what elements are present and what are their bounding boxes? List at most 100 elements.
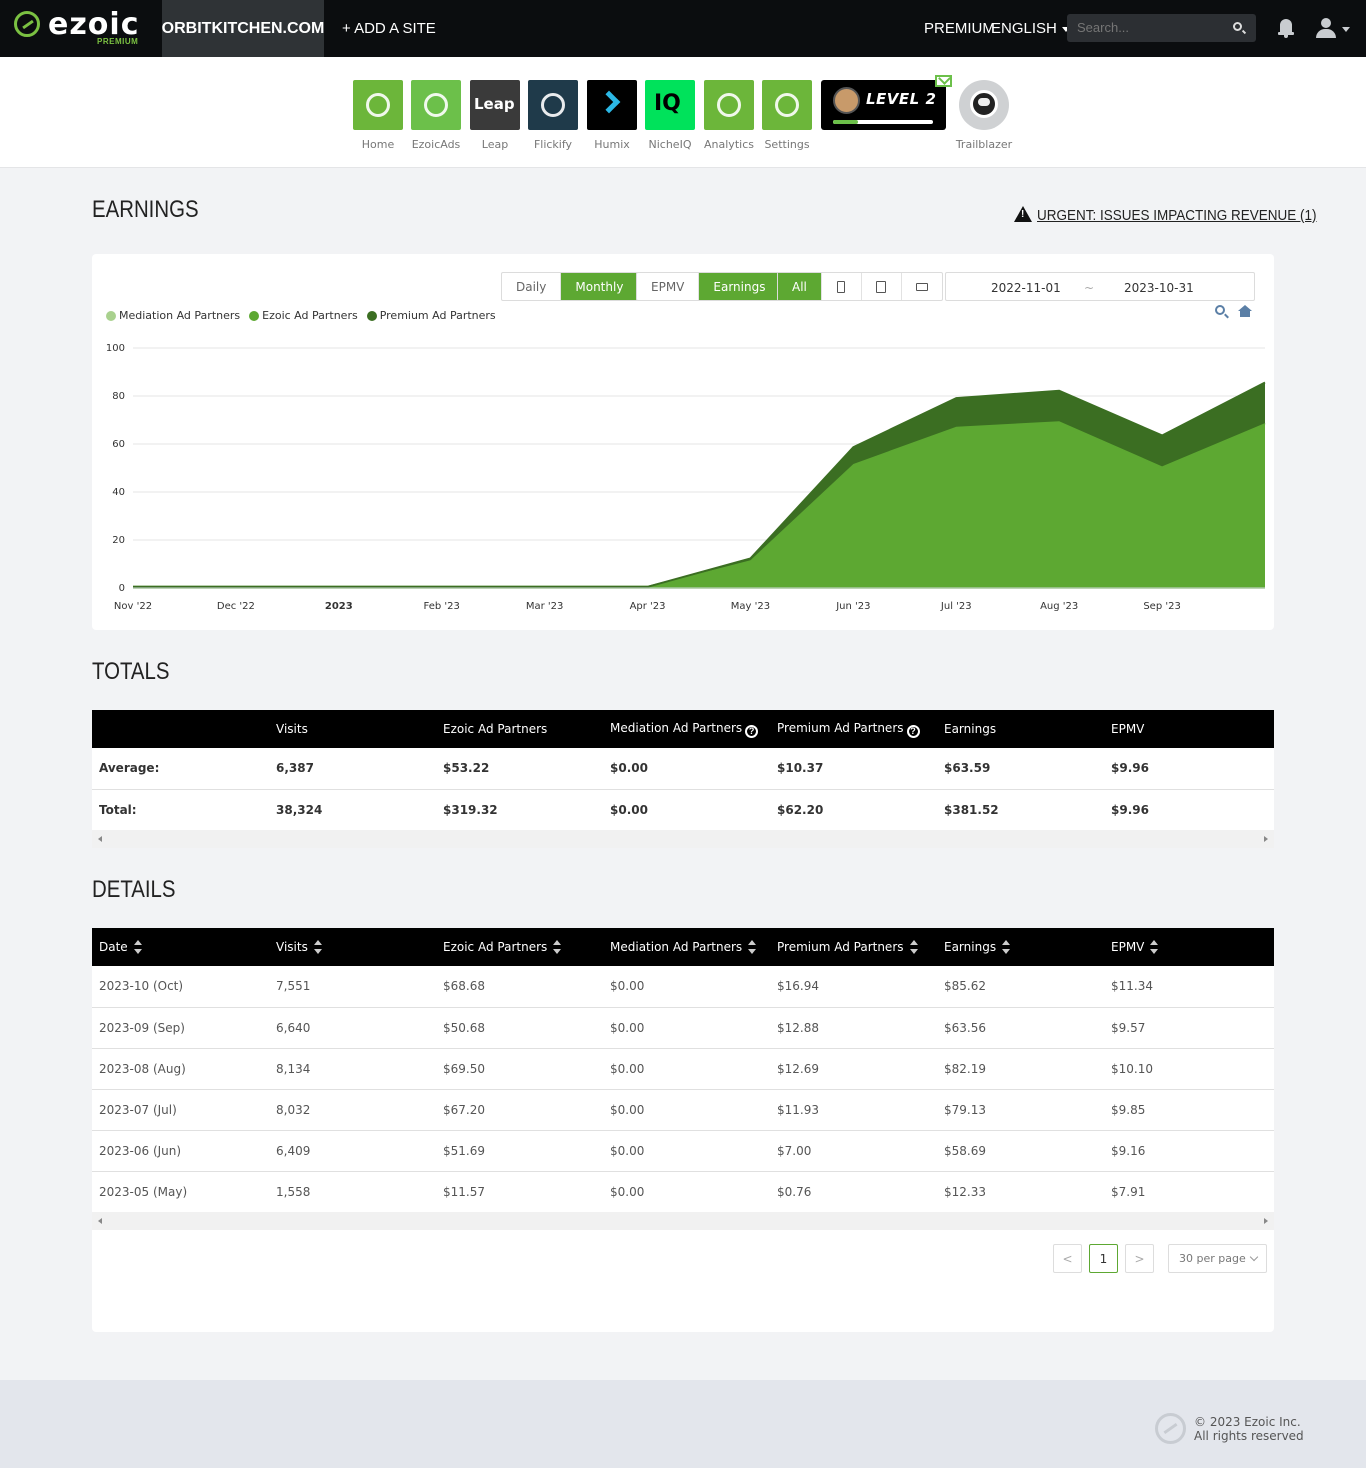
app-home-button[interactable] — [353, 80, 403, 130]
details-scrollbar[interactable] — [92, 1212, 1274, 1230]
sort-icon[interactable] — [133, 940, 142, 955]
trailblazer-button[interactable] — [959, 80, 1009, 130]
user-menu-chevron-icon[interactable] — [1342, 27, 1350, 32]
app-flickify-button[interactable] — [528, 80, 578, 130]
legend-item-mediation[interactable]: Mediation Ad Partners — [106, 309, 240, 322]
earnings-button[interactable]: Earnings — [699, 273, 780, 300]
table-cell: $7.00 — [770, 1130, 937, 1172]
metric-toggle: EPMV Earnings — [636, 272, 781, 301]
humix-icon — [597, 90, 621, 114]
date-range-picker[interactable]: 2022-11-01 ~ 2023-10-31 — [945, 272, 1255, 301]
avatar — [833, 87, 860, 114]
table-cell: $0.00 — [603, 1130, 770, 1172]
column-header[interactable]: Premium Ad Partners — [770, 928, 937, 966]
x-tick-label: Nov '22 — [114, 601, 152, 612]
ezoic-logo[interactable]: ezoic PREMIUM — [14, 7, 144, 48]
tablet-icon — [876, 280, 887, 293]
column-header[interactable]: Date — [92, 928, 269, 966]
desktop-button[interactable] — [902, 273, 942, 300]
analytics-icon — [717, 93, 741, 117]
urgent-issues-link[interactable]: URGENT: ISSUES IMPACTING REVENUE (1) — [1014, 206, 1348, 224]
level-progress-fill — [833, 120, 858, 124]
sort-icon[interactable] — [1002, 940, 1011, 955]
add-site-link[interactable]: + ADD A SITE — [342, 20, 436, 37]
table-cell: $9.96 — [1104, 748, 1274, 790]
column-header[interactable]: Visits — [269, 928, 436, 966]
sort-icon[interactable] — [748, 940, 757, 955]
logo-premium-label: PREMIUM — [97, 37, 139, 46]
ezoic-ads-icon — [424, 93, 448, 117]
table-cell: $85.62 — [937, 966, 1104, 1008]
epmv-button[interactable]: EPMV — [637, 273, 700, 300]
per-page-select[interactable]: 30 per page — [1168, 1244, 1267, 1273]
table-cell: 7,551 — [269, 966, 436, 1008]
column-header[interactable]: Mediation Ad Partners — [603, 928, 770, 966]
help-icon[interactable]: ? — [745, 724, 759, 738]
table-cell: $12.33 — [937, 1171, 1104, 1213]
flickify-icon — [541, 93, 565, 117]
earnings-title: EARNINGS — [92, 196, 199, 223]
sort-icon[interactable] — [313, 940, 322, 955]
table-cell: $16.94 — [770, 966, 937, 1008]
table-cell: $63.59 — [937, 748, 1104, 790]
x-tick-label: 2023 — [325, 601, 353, 612]
page-1-button[interactable]: 1 — [1089, 1244, 1118, 1273]
app-humix-button[interactable] — [587, 80, 637, 130]
table-cell: Average: — [92, 748, 269, 790]
column-header[interactable]: EPMV — [1104, 928, 1274, 966]
table-cell: $0.00 — [603, 966, 770, 1008]
table-cell: $11.57 — [436, 1171, 603, 1213]
tablet-button[interactable] — [862, 273, 902, 300]
bell-icon[interactable] — [1278, 19, 1294, 39]
legend-item-ezoic[interactable]: Ezoic Ad Partners — [249, 309, 358, 322]
column-header[interactable]: Earnings — [937, 928, 1104, 966]
x-tick-label: Mar '23 — [526, 601, 564, 612]
sort-icon[interactable] — [1150, 940, 1159, 955]
mobile-button[interactable] — [822, 273, 862, 300]
column-header: Premium Ad Partners? — [770, 710, 937, 748]
column-header[interactable]: Ezoic Ad Partners — [436, 928, 603, 966]
help-icon[interactable]: ? — [906, 724, 920, 738]
daily-button[interactable]: Daily — [502, 273, 562, 300]
reset-zoom-home-icon[interactable] — [1238, 305, 1252, 317]
legend-item-premium[interactable]: Premium Ad Partners — [366, 309, 496, 322]
next-page-button[interactable]: > — [1125, 1244, 1154, 1273]
all-devices-button[interactable]: All — [778, 273, 822, 300]
warning-icon — [1014, 206, 1032, 222]
date-end: 2023-10-31 — [1124, 281, 1194, 295]
app-ezoicads-button[interactable] — [411, 80, 461, 130]
x-tick-label: May '23 — [731, 601, 770, 612]
prev-page-button[interactable]: < — [1053, 1244, 1082, 1273]
search-input[interactable] — [1067, 14, 1256, 42]
details-table: Date Visits Ezoic Ad Partners Mediation Ad … — [92, 928, 1274, 1213]
level-badge[interactable]: LEVEL 2 — [821, 80, 946, 130]
table-cell: $62.20 — [770, 789, 937, 831]
app-analytics-button[interactable] — [704, 80, 754, 130]
table-cell: $0.00 — [603, 1007, 770, 1049]
zoom-icon[interactable] — [1215, 305, 1225, 315]
table-row: 2023-09 (Sep) 6,640 $50.68 $0.00 $12.88 $63.5… — [92, 1007, 1274, 1049]
table-cell: $0.00 — [603, 1048, 770, 1090]
footer-copyright: © 2023 Ezoic Inc. All rights reserved — [1194, 1415, 1304, 1443]
app-settings-button[interactable] — [762, 80, 812, 130]
search-icon[interactable] — [1233, 22, 1242, 31]
trailblazer-label: Trailblazer — [955, 138, 1013, 151]
premium-link[interactable]: PREMIUM — [924, 20, 995, 37]
app-nicheiq-button[interactable]: IQ — [645, 80, 695, 130]
table-cell: $7.91 — [1104, 1171, 1274, 1213]
home-icon — [366, 93, 390, 117]
sort-icon[interactable] — [909, 940, 918, 955]
mail-icon[interactable] — [935, 75, 952, 87]
monthly-button[interactable]: Monthly — [561, 273, 638, 300]
y-tick-label: 0 — [119, 583, 125, 594]
table-cell: $9.16 — [1104, 1130, 1274, 1172]
site-selector[interactable]: ORBITKITCHEN.COM — [162, 0, 324, 57]
sort-icon[interactable] — [553, 940, 562, 955]
totals-scrollbar[interactable] — [92, 830, 1274, 848]
user-icon[interactable] — [1316, 18, 1336, 38]
table-cell: 6,640 — [269, 1007, 436, 1049]
table-row: 2023-05 (May) 1,558 $11.57 $0.00 $0.76 $12.33… — [92, 1171, 1274, 1213]
language-dropdown[interactable]: ENGLISH — [991, 20, 1070, 37]
table-cell: 2023-05 (May) — [92, 1171, 269, 1213]
app-leap-button[interactable]: Leap — [470, 80, 520, 130]
